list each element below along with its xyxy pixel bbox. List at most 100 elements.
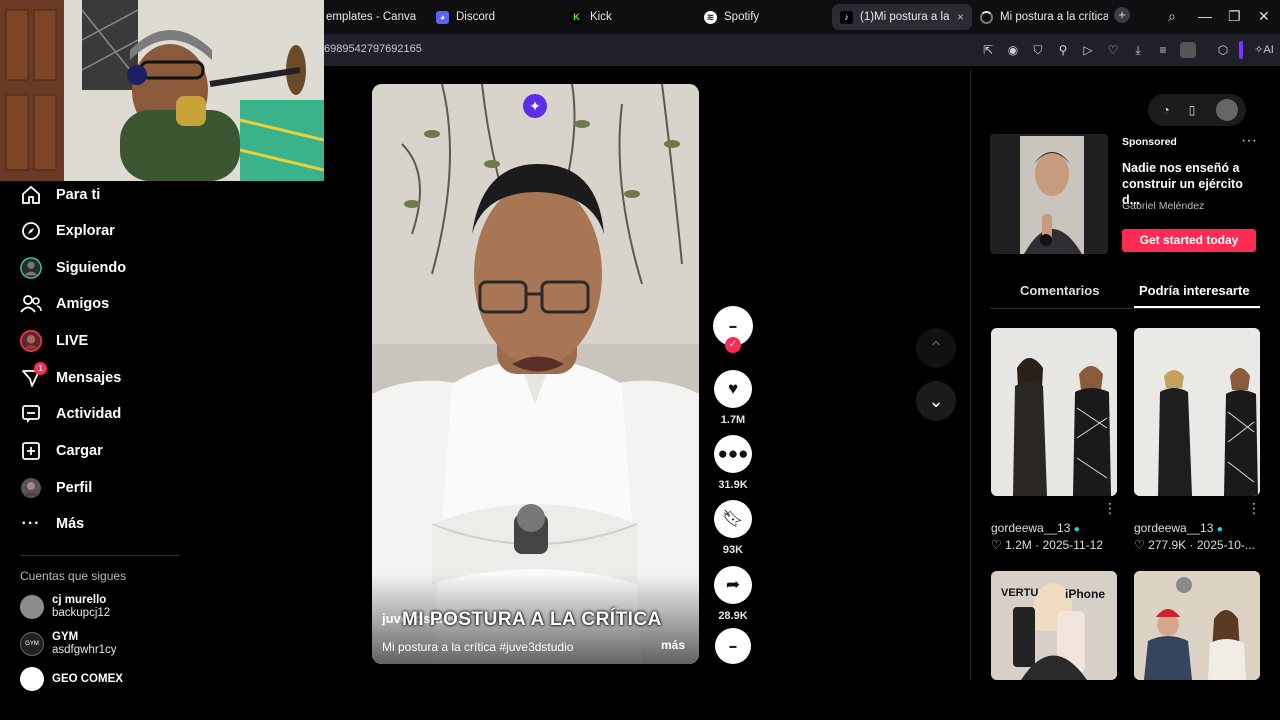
next-video-button[interactable]: ⌄: [916, 381, 956, 421]
nav-explorar-label: Explorar: [56, 223, 115, 239]
ad-author[interactable]: Gabriel Meléndez: [1122, 200, 1204, 212]
tab-discord[interactable]: ◕ Discord: [428, 4, 558, 30]
share-arrow-icon[interactable]: ➦: [714, 566, 752, 604]
minimize-icon[interactable]: —: [1198, 8, 1212, 24]
nav-actividad[interactable]: Actividad: [20, 401, 121, 427]
discord-icon: ◕: [436, 10, 449, 24]
ad-cta-button[interactable]: Get started today: [1122, 229, 1256, 252]
card-username: gordeewa__13: [1134, 521, 1214, 535]
sound-disc-action[interactable]: ▬: [713, 628, 753, 664]
card-overlay-text-left: VERTU: [1001, 587, 1039, 599]
ad-thumbnail[interactable]: [990, 134, 1108, 254]
tab-kick[interactable]: K Kick: [562, 4, 692, 30]
tab-podria-interesarte[interactable]: Podría interesarte: [1139, 283, 1250, 298]
nav-mas[interactable]: ··· Más: [20, 511, 85, 537]
video-title-overlay: MI POSTURA A LA CRÍTICA: [402, 609, 662, 630]
new-tab-button[interactable]: +: [1114, 7, 1130, 23]
video-player[interactable]: juve3dstudio MI POSTURA A LA CRÍTICA Mi …: [372, 84, 699, 664]
tab-discord-label: Discord: [456, 11, 495, 23]
meta-separator: ·: [1189, 538, 1197, 552]
card-date: 2025-11-12: [1042, 538, 1103, 552]
sparkle-icon[interactable]: ✦: [523, 94, 547, 118]
suggested-video-card[interactable]: [1134, 328, 1260, 496]
share-action[interactable]: ➦ 28.9K: [713, 566, 753, 622]
creator-avatar-action[interactable]: ▬ ✓: [713, 306, 753, 353]
webcam-image: [0, 0, 324, 181]
avatar: [20, 667, 44, 691]
extensions-icon[interactable]: ⬡: [1215, 42, 1231, 58]
tab-spotify[interactable]: ≋ Spotify: [696, 4, 826, 30]
tab-tiktok-2[interactable]: Mi postura a la crítica #j: [972, 4, 1108, 30]
play-icon[interactable]: ▷: [1080, 42, 1096, 58]
following-item[interactable]: GEO COMEX: [20, 667, 123, 691]
suggested-video-card[interactable]: [1134, 571, 1260, 680]
bookmark-icon[interactable]: 🔖︎: [714, 500, 752, 538]
nav-cargar-label: Cargar: [56, 443, 103, 459]
nav-siguiendo[interactable]: Siguiendo: [20, 255, 126, 281]
follow-check-icon[interactable]: ✓: [725, 337, 741, 353]
download-icon[interactable]: ⤓: [1130, 42, 1146, 58]
tab-canva[interactable]: emplates - Canva: [318, 4, 428, 30]
translate-icon[interactable]: ⚲: [1055, 42, 1071, 58]
shield-icon[interactable]: ⛉: [1030, 42, 1046, 58]
more-description-button[interactable]: más: [661, 638, 685, 652]
nav-amigos[interactable]: Amigos: [20, 291, 109, 317]
screenshot-icon[interactable]: ◉: [1005, 42, 1021, 58]
ad-more-icon[interactable]: ···: [1241, 132, 1257, 150]
heart-icon[interactable]: ♡: [1105, 42, 1121, 58]
tab-tiktok-active[interactable]: ♪ (1)Mi postura a la crít ×: [832, 4, 972, 30]
following-handle: asdfgwhr1cy: [52, 644, 117, 656]
share-page-icon[interactable]: ⇱: [980, 42, 996, 58]
card-more-icon[interactable]: ⋮: [1103, 500, 1117, 517]
share-count: 28.9K: [718, 610, 748, 622]
mobile-icon[interactable]: ▯: [1184, 102, 1200, 118]
tab-comentarios[interactable]: Comentarios: [1020, 283, 1099, 298]
suggested-video-thumbnail: [991, 328, 1117, 496]
card-more-icon[interactable]: ⋮: [1247, 500, 1261, 517]
following-item[interactable]: cj murello backupcj12: [20, 594, 110, 620]
user-avatar[interactable]: [1216, 99, 1238, 121]
ai-icon[interactable]: ✧AI: [1250, 42, 1278, 58]
more-dots-icon: ···: [21, 515, 41, 532]
suggested-video-card[interactable]: VERTU iPhone: [991, 571, 1117, 680]
suggested-video-thumbnail: [1134, 328, 1260, 496]
nav-mensajes[interactable]: 1 Mensajes: [20, 362, 121, 391]
following-item[interactable]: GYM GYM asdfgwhr1cy: [20, 631, 117, 657]
like-heart-icon[interactable]: ♥: [714, 370, 752, 408]
card-overlay-text-right: iPhone: [1065, 587, 1106, 601]
close-tab-icon[interactable]: ×: [957, 10, 964, 24]
card-user[interactable]: gordeewa__13 ●: [1134, 521, 1223, 535]
close-window-icon[interactable]: ✕: [1258, 8, 1270, 24]
card-user[interactable]: gordeewa__13 ●: [991, 521, 1080, 535]
card-username: gordeewa__13: [991, 521, 1071, 535]
save-count: 93K: [722, 544, 744, 556]
verified-icon: ●: [1216, 524, 1223, 535]
like-action[interactable]: ♥ 1.7M: [713, 370, 753, 426]
suggested-video-card[interactable]: [991, 328, 1117, 496]
previous-video-button[interactable]: ⌃: [916, 328, 956, 368]
nav-para-ti[interactable]: Para ti: [20, 182, 100, 208]
menu-icon[interactable]: ≡: [1155, 42, 1171, 58]
nav-live[interactable]: LIVE: [20, 328, 88, 354]
restore-icon[interactable]: ❐: [1228, 8, 1241, 24]
search-tabs-icon[interactable]: ⌕: [1168, 8, 1176, 24]
nav-divider: [20, 555, 180, 556]
following-name: GEO COMEX: [52, 672, 123, 685]
spotify-icon: ≋: [704, 10, 717, 24]
upload-icon: [20, 440, 42, 462]
profile-avatar-icon: [20, 477, 42, 499]
comment-action[interactable]: ●●● 31.9K: [713, 435, 753, 491]
nav-explorar[interactable]: Explorar: [20, 218, 115, 244]
nav-cargar[interactable]: Cargar: [20, 438, 103, 464]
nav-perfil[interactable]: Perfil: [20, 475, 92, 501]
card-date: 2025-10-...: [1196, 538, 1255, 552]
speed-icon[interactable]: ◔: [1158, 102, 1174, 118]
comment-icon[interactable]: ●●●: [714, 435, 752, 473]
friends-icon: [20, 293, 42, 315]
comment-count: 31.9K: [718, 479, 748, 491]
sidebar-accent: [1239, 41, 1243, 59]
save-action[interactable]: 🔖︎ 93K: [713, 500, 753, 556]
url-field[interactable]: 6989542797692165: [324, 43, 422, 55]
tab-tiktok-label: (1)Mi postura a la crít: [860, 11, 950, 23]
profile-icon[interactable]: [1180, 42, 1196, 58]
